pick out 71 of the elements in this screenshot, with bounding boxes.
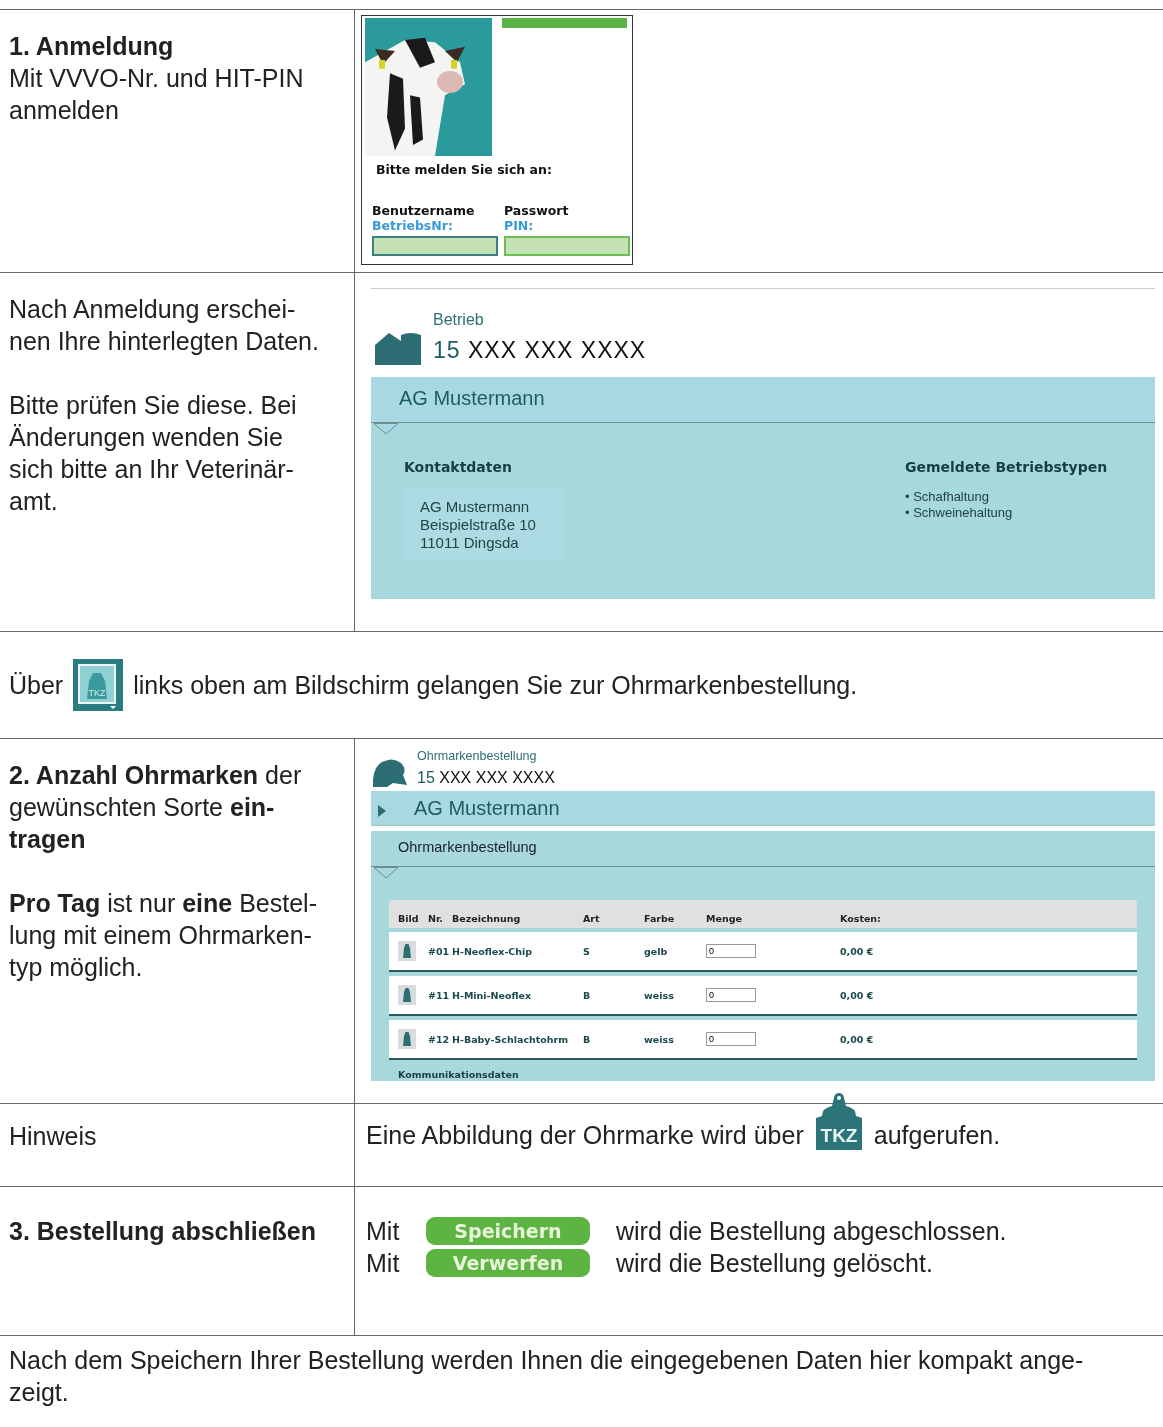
column-header: Bezeichnung <box>452 913 522 926</box>
column-header: Kosten: <box>840 913 881 926</box>
quantity-field[interactable]: 0 <box>706 944 756 958</box>
page-caption: Betrieb <box>433 310 485 329</box>
column-header: Nr. <box>428 913 444 926</box>
tag-icon[interactable] <box>398 1029 416 1049</box>
section-title: Ohrmarkenbestellung <box>397 838 538 857</box>
table-cell: 0,00 € <box>840 1033 874 1045</box>
quantity-field[interactable]: 0 <box>706 988 756 1002</box>
tag-icon[interactable] <box>398 941 416 961</box>
step-title: 1. Anmeldung <box>9 31 175 62</box>
note-text: links oben am Bildschirm gelangen Sie zur Ohrmarkenbestellung. <box>133 670 858 700</box>
instruction-text: wird die Bestellung gelöscht. <box>616 1248 933 1278</box>
page-caption: Ohrmarkenbestellung <box>417 749 538 763</box>
farm-number: 15 XXX XXX XXXX <box>417 769 555 787</box>
tag-icon: TKZ <box>815 1092 862 1150</box>
address-line: AG Mustermann <box>420 498 531 516</box>
input-field[interactable] <box>504 236 630 256</box>
tag-icon: TKZ <box>73 659 124 711</box>
table-cell-text: H-Baby-Schlachtohrm <box>452 1033 570 1045</box>
input-field[interactable] <box>372 236 498 256</box>
table-cell-text: H-Mini-Neoflex <box>452 989 533 1001</box>
column-header: Farbe <box>644 913 676 926</box>
table-cell-text: B <box>583 989 592 1001</box>
farm-type: • Schweinehaltung <box>905 505 1014 521</box>
quantity-field[interactable]: 0 <box>706 1032 756 1046</box>
table-cell-text: H-Neoflex-Chip <box>452 945 534 957</box>
column-header: Menge <box>706 913 743 926</box>
field-hint: BetriebsNr: <box>372 218 454 233</box>
table-cell-text: weiss <box>644 989 675 1001</box>
column-header: Art <box>583 913 601 926</box>
table-cell-text: #12 <box>428 1033 451 1045</box>
table-cell-text: gelb <box>644 945 669 957</box>
section-heading: Gemeldete Betriebstypen <box>905 459 1105 475</box>
farm-number: 15 XXX XXX XXXX <box>433 336 647 364</box>
field-hint: PIN: <box>504 218 535 233</box>
table-cell-text: #01 <box>428 945 451 957</box>
sheep-head-icon <box>373 757 407 787</box>
table-cell-text: #11 <box>428 989 451 1001</box>
paragraph: Nach Anmeldung erschei- nen Ihre hinterlegten Daten. <box>9 294 320 357</box>
tag-icon[interactable] <box>398 985 416 1005</box>
table-cell-text: weiss <box>644 1033 675 1045</box>
section-heading: Kommunikationsdaten <box>398 1069 520 1080</box>
paragraph: Bitte prüfen Sie diese. Bei Änderungen wenden Sie sich bitte an Ihr Veterinär- amt. <box>9 390 298 517</box>
note-text: Über <box>9 670 64 700</box>
field-label: Benutzername <box>372 203 476 218</box>
field-label: Passwort <box>504 203 570 218</box>
table-cell-text: S <box>583 945 591 957</box>
column-header: Bild <box>397 913 420 926</box>
step-text: 2. Anzahl Ohrmarken der gewünschten Sorte ein- tragen <box>9 760 303 855</box>
instruction-text: wird die Bestellung abgeschlossen. <box>616 1216 1007 1246</box>
table-cell-text: B <box>583 1033 592 1045</box>
expand-icon[interactable] <box>378 805 386 817</box>
section-heading: Kontaktdaten <box>404 459 513 475</box>
step-text: Pro Tag ist nur eine Bestel- lung mit einem Ohrmarken- typ möglich. <box>9 888 318 983</box>
table-cell: 0,00 € <box>840 945 874 957</box>
table-cell: 0,00 € <box>840 989 874 1001</box>
instruction-text: Mit <box>366 1216 401 1246</box>
step-title: 3. Bestellung abschließen <box>9 1216 318 1247</box>
farm-type: • Schafhaltung <box>905 489 991 505</box>
hint-text: aufgerufen. <box>873 1121 1001 1150</box>
holder-name: AG Mustermann <box>414 796 560 820</box>
address-line: 11011 Dingsda <box>420 534 520 552</box>
step-text: Mit VVVO-Nr. und HIT-PIN anmelden <box>9 63 305 126</box>
footer-text: Nach dem Speichern Ihrer Bestellung werden Ihnen die eingegebenen Daten hier kompakt ange- zeigt. <box>9 1345 1084 1408</box>
instruction-text: Mit <box>366 1248 401 1278</box>
house-icon <box>375 331 421 365</box>
hint-label: Hinweis <box>9 1121 98 1152</box>
address-line: Beispielstraße 10 <box>420 516 537 534</box>
hint-text: Eine Abbildung der Ohrmarke wird über <box>366 1121 804 1150</box>
login-prompt: Bitte melden Sie sich an: <box>376 162 553 177</box>
